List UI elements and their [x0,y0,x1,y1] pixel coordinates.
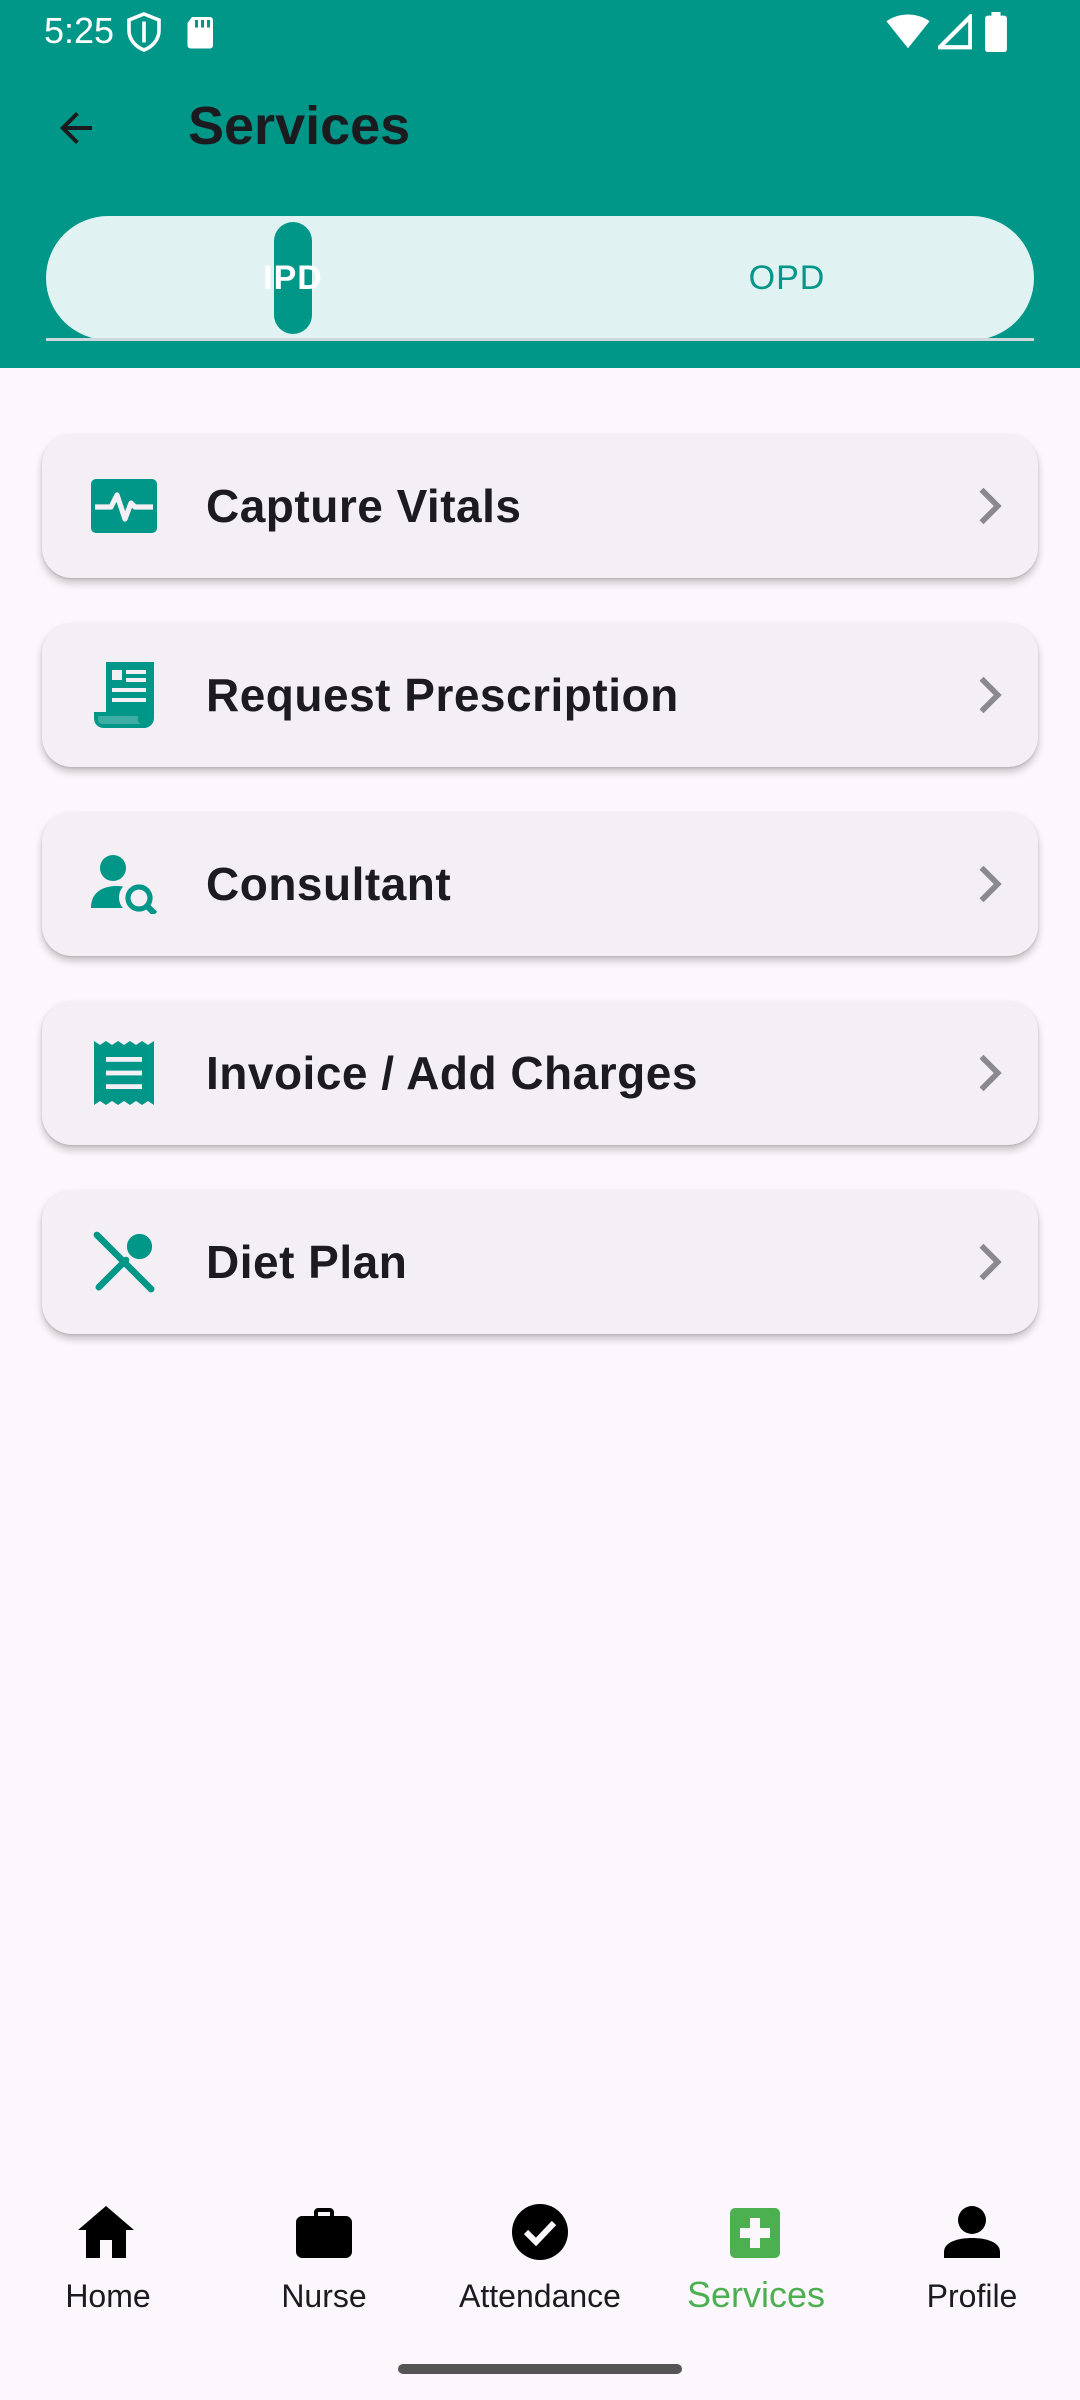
nav-services[interactable]: Services [648,2178,864,2338]
nav-attendance[interactable]: Attendance [432,2178,648,2338]
tab-opd[interactable]: OPD [540,216,1034,340]
vitals-monitor-icon [88,470,160,542]
service-card-invoice-add-charges[interactable]: Invoice / Add Charges [42,1001,1038,1145]
check-circle-icon [512,2204,568,2260]
service-card-consultant[interactable]: Consultant [42,812,1038,956]
app-header: 5:25 Services IPD OPD [0,0,1080,368]
nav-label: Services [686,2274,826,2315]
nav-label: Home [65,2278,151,2314]
receipt-icon [88,1037,160,1109]
arrow-back-icon [60,112,92,144]
tab-bar: IPD OPD [46,216,1034,340]
nav-label: Profile [926,2278,1018,2314]
person-search-icon [88,848,160,920]
nav-home[interactable]: Home [0,2178,216,2338]
chevron-right-icon [979,865,1002,903]
nav-label: Attendance [459,2278,621,2314]
service-label: Capture Vitals [206,480,522,532]
nav-profile[interactable]: Profile [864,2178,1080,2338]
service-label: Diet Plan [206,1236,408,1288]
service-card-capture-vitals[interactable]: Capture Vitals [42,434,1038,578]
prescription-receipt-icon [88,659,160,731]
nav-nurse[interactable]: Nurse [216,2178,432,2338]
gesture-home-indicator[interactable] [398,2364,682,2374]
nav-label: Nurse [281,2278,367,2314]
wifi-icon [886,14,930,55]
utensils-icon [88,1226,160,1298]
chevron-right-icon [979,1054,1002,1092]
sd-card-icon [186,14,216,55]
chevron-right-icon [979,1243,1002,1281]
status-bar: 5:25 [0,0,1080,64]
service-card-request-prescription[interactable]: Request Prescription [42,623,1038,767]
battery-icon [984,12,1008,57]
home-icon [78,2206,134,2258]
chevron-right-icon [979,487,1002,525]
service-card-diet-plan[interactable]: Diet Plan [42,1190,1038,1334]
tab-ipd[interactable]: IPD [46,216,540,340]
medical-cross-icon [730,2208,780,2258]
status-time: 5:25 [44,10,115,51]
service-label: Invoice / Add Charges [206,1047,698,1099]
service-label: Consultant [206,858,452,910]
service-label: Request Prescription [206,669,679,721]
tab-divider [46,338,1034,341]
tab-opd-label: OPD [748,258,826,297]
cell-signal-icon [934,11,973,55]
page-title: Services [188,96,411,156]
person-icon [944,2206,1000,2258]
shield-icon [126,12,162,57]
chevron-right-icon [979,676,1002,714]
briefcase-icon [296,2208,352,2258]
tab-ipd-label: IPD [263,258,323,297]
back-button[interactable] [40,92,112,164]
